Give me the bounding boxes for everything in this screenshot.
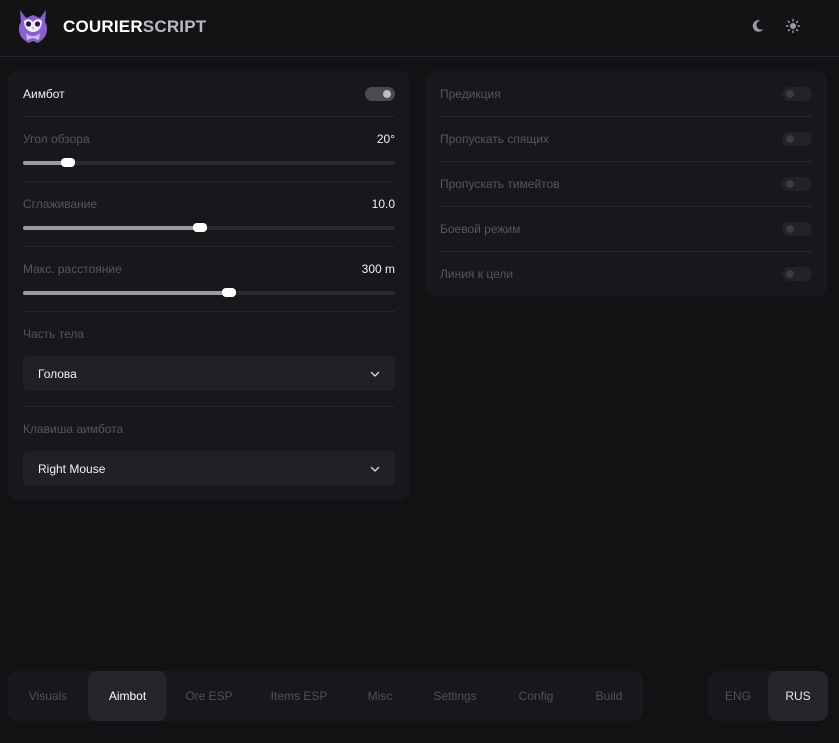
slider-thumb[interactable] [222,288,237,297]
chevron-down-icon [370,371,380,377]
option-row-target-line: Линия к цели [440,267,812,281]
skip-teammates-label: Пропускать тимейтов [440,177,560,191]
max-distance-row: Макс. расстояние 300 m [23,262,395,302]
aimbot-options-panel: Предикция Пропускать спящих Пропускать т… [425,71,827,296]
brand-title: COURIERSCRIPT [63,17,206,37]
tab-items-esp[interactable]: Items ESP [251,671,347,721]
sun-icon[interactable] [785,18,801,34]
toggle-knob [786,180,794,188]
divider [23,246,395,247]
option-row-skip-teammates: Пропускать тимейтов [440,177,812,191]
toggle-knob [786,225,794,233]
divider [440,206,812,207]
divider [23,116,395,117]
fov-label: Угол обзора [23,132,90,146]
fov-value: 20° [376,132,395,146]
divider [440,116,812,117]
smoothing-label: Сглаживание [23,197,98,211]
chevron-down-icon [370,466,380,472]
slider-fill [23,291,230,295]
skip-sleepers-label: Пропускать спящих [440,132,549,146]
target-line-label: Линия к цели [440,267,514,281]
tab-settings[interactable]: Settings [413,671,497,721]
slider-thumb[interactable] [60,158,75,167]
aimbot-toggle-row: Аимбот [23,87,395,101]
slider-fill [23,226,200,230]
skip-sleepers-toggle[interactable] [782,132,812,146]
combat-mode-toggle[interactable] [782,222,812,236]
divider [440,161,812,162]
aimbot-toggle[interactable] [365,87,395,101]
option-row-skip-sleepers: Пропускать спящих [440,132,812,146]
combat-mode-label: Боевой режим [440,222,521,236]
divider [23,181,395,182]
aimbot-label: Аимбот [23,87,65,101]
brand-part-script: SCRIPT [142,17,207,36]
max-distance-label: Макс. расстояние [23,262,122,276]
toggle-knob [786,135,794,143]
smoothing-value: 10.0 [371,197,395,211]
fov-row: Угол обзора 20° [23,132,395,172]
divider [23,311,395,312]
owl-logo-icon [18,10,48,43]
body-part-select[interactable]: Голова [23,356,395,391]
toggle-knob [786,270,794,278]
toggle-knob [786,90,794,98]
divider [440,251,812,252]
language-switcher: ENG RUS [708,671,828,721]
tab-misc[interactable]: Misc [347,671,413,721]
lang-rus[interactable]: RUS [768,671,828,721]
aim-key-row: Клавиша аимбота Right Mouse [23,422,395,486]
body-part-selected: Голова [38,367,77,381]
main-tab-bar: Visuals Aimbot Ore ESP Items ESP Misc Se… [8,671,643,721]
divider [23,406,395,407]
tab-aimbot[interactable]: Aimbot [88,671,167,721]
aim-key-selected: Right Mouse [38,462,106,476]
tab-config[interactable]: Config [497,671,575,721]
aimbot-settings-panel: Аимбот Угол обзора 20° Сглаживание 10.0 … [8,71,410,500]
fov-slider[interactable] [23,158,395,167]
body-part-label: Часть тела [23,327,85,341]
smoothing-slider[interactable] [23,223,395,232]
prediction-label: Предикция [440,87,501,101]
option-row-combat-mode: Боевой режим [440,222,812,236]
skip-teammates-toggle[interactable] [782,177,812,191]
prediction-toggle[interactable] [782,87,812,101]
max-distance-value: 300 m [361,262,395,276]
aim-key-select[interactable]: Right Mouse [23,451,395,486]
aim-key-label: Клавиша аимбота [23,422,124,436]
smoothing-row: Сглаживание 10.0 [23,197,395,237]
tab-build[interactable]: Build [575,671,643,721]
option-row-prediction: Предикция [440,87,812,101]
tab-visuals[interactable]: Visuals [8,671,88,721]
max-distance-slider[interactable] [23,288,395,297]
moon-icon[interactable] [750,18,766,34]
toggle-knob [383,90,391,98]
slider-thumb[interactable] [192,223,207,232]
brand-part-courier: COURIER [63,17,143,36]
body-part-row: Часть тела Голова [23,327,395,391]
app-header: COURIERSCRIPT [0,0,839,57]
lang-eng[interactable]: ENG [708,671,768,721]
target-line-toggle[interactable] [782,267,812,281]
tab-ore-esp[interactable]: Ore ESP [167,671,251,721]
